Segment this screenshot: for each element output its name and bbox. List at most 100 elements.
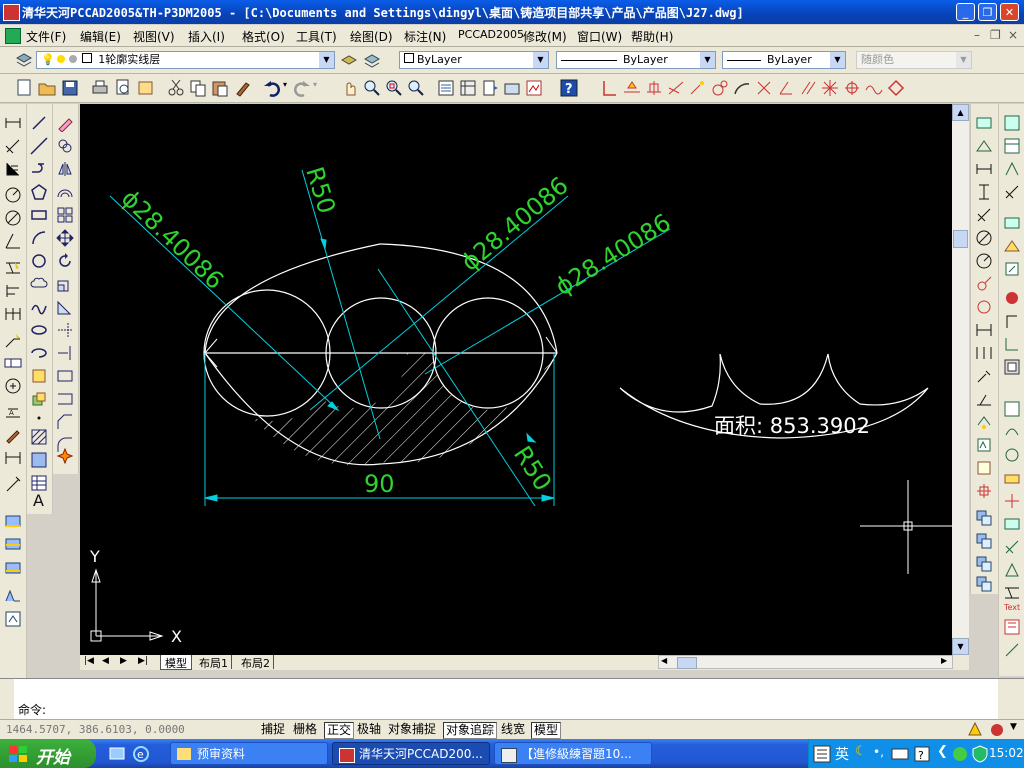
snap-endpoint-icon[interactable]	[600, 78, 620, 98]
snap-tangent-icon[interactable]	[754, 78, 774, 98]
layer-previous-icon[interactable]	[362, 50, 382, 70]
snap-center-icon[interactable]	[710, 78, 730, 98]
mech-tool-5-icon[interactable]	[975, 206, 993, 224]
pccad-tool-22-icon[interactable]	[1003, 641, 1021, 659]
moon-icon[interactable]: ☾	[855, 744, 867, 759]
task-practice[interactable]: 【進修級練習題10...	[494, 742, 652, 765]
show-desktop-icon[interactable]	[108, 745, 126, 763]
ie-icon[interactable]: e	[132, 745, 150, 763]
menu-draw[interactable]: 绘图(D)	[350, 28, 393, 45]
save-icon[interactable]	[60, 78, 80, 98]
toggle-model[interactable]: 模型	[531, 722, 562, 739]
dim-radius-icon[interactable]	[4, 186, 22, 204]
menu-view[interactable]: 视图(V)	[133, 28, 175, 45]
lineweight-select[interactable]: ByLayer ▼	[722, 51, 846, 69]
redo-icon[interactable]	[292, 78, 312, 98]
pccad-tool-10-icon[interactable]	[1003, 335, 1021, 353]
mirror-icon[interactable]	[56, 160, 74, 178]
tolerance-icon[interactable]	[4, 354, 22, 372]
tray-expand-icon[interactable]: ❮	[937, 744, 948, 759]
pccad-tool-4-icon[interactable]	[1003, 183, 1021, 201]
break-at-point-icon[interactable]	[56, 367, 74, 385]
tab-layout2[interactable]: 布局2	[238, 655, 274, 670]
center-mark-icon[interactable]	[4, 377, 22, 395]
break-icon[interactable]	[56, 390, 74, 408]
help-icon[interactable]: ?	[559, 78, 579, 98]
undo-icon[interactable]	[262, 78, 282, 98]
color-select[interactable]: ByLayer ▼	[399, 51, 549, 69]
mech-tool-9-icon[interactable]	[975, 298, 993, 316]
print-icon[interactable]	[90, 78, 110, 98]
tool-palettes-icon[interactable]	[480, 78, 500, 98]
mech-tool-18-icon[interactable]	[975, 509, 993, 527]
mech-tool-12-icon[interactable]	[975, 367, 993, 385]
move-icon[interactable]	[56, 229, 74, 247]
menu-file[interactable]: 文件(F)	[26, 28, 66, 45]
mech-tool-15-icon[interactable]	[975, 436, 993, 454]
pccad-tool-16-icon[interactable]	[1003, 492, 1021, 510]
snap-parallel-icon[interactable]	[798, 78, 818, 98]
pccad-tool-21-icon[interactable]	[1003, 618, 1021, 636]
toggle-osnap[interactable]: 对象捕捉	[386, 722, 438, 737]
document-icon[interactable]	[5, 28, 21, 44]
rectangle-icon[interactable]	[30, 206, 48, 224]
trim-icon[interactable]	[56, 321, 74, 339]
multiline-text-icon[interactable]: A	[30, 490, 48, 508]
make-current-layer-icon[interactable]	[339, 50, 359, 70]
doc-minimize-button[interactable]: –	[974, 28, 980, 42]
new-file-icon[interactable]	[14, 78, 34, 98]
dim-baseline-icon[interactable]	[4, 282, 22, 300]
mech-tool-1-icon[interactable]	[975, 114, 993, 132]
undo-dropdown-icon[interactable]: ▾	[283, 80, 287, 89]
dim-quick-icon[interactable]	[4, 259, 22, 277]
ime-help-icon[interactable]: ?	[913, 745, 931, 763]
zoom-realtime-icon[interactable]	[362, 78, 382, 98]
pccad-tool-17-icon[interactable]	[1003, 515, 1021, 533]
copy-object-icon[interactable]	[56, 137, 74, 155]
mech-tool-10-icon[interactable]	[975, 321, 993, 339]
mech-tool-11-icon[interactable]	[975, 344, 993, 362]
network-icon[interactable]	[951, 745, 969, 763]
section-view-icon[interactable]	[4, 535, 22, 553]
extend-icon[interactable]	[56, 344, 74, 362]
prev-tab-icon[interactable]: ◀	[102, 656, 109, 666]
ellipse-arc-icon[interactable]	[30, 344, 48, 362]
print-preview-icon[interactable]	[113, 78, 133, 98]
scroll-left-icon[interactable]: ◀	[661, 656, 667, 665]
dim-angular-icon[interactable]	[4, 232, 22, 250]
insert-block-icon[interactable]	[30, 367, 48, 385]
rotate-icon[interactable]	[56, 252, 74, 270]
revision-cloud-icon[interactable]	[30, 275, 48, 293]
start-button[interactable]: 开始	[0, 739, 96, 768]
mech-tool-17-icon[interactable]	[975, 482, 993, 500]
arc-icon[interactable]	[30, 229, 48, 247]
mech-tool-8-icon[interactable]	[975, 275, 993, 293]
open-file-icon[interactable]	[37, 78, 57, 98]
erase-icon[interactable]	[56, 114, 74, 132]
pccad-tool-18-icon[interactable]	[1003, 538, 1021, 556]
dim-diameter-icon[interactable]	[4, 209, 22, 227]
vertical-scrollbar[interactable]: ▲ ▼	[952, 104, 969, 655]
pccad-tool-11-icon[interactable]	[1003, 358, 1021, 376]
mech-tool-13-icon[interactable]	[975, 390, 993, 408]
snap-intersection-icon[interactable]	[644, 78, 664, 98]
zoom-previous-icon[interactable]	[406, 78, 426, 98]
menu-tools[interactable]: 工具(T)	[296, 28, 337, 45]
zoom-window-icon[interactable]	[384, 78, 404, 98]
tab-model[interactable]: 模型	[160, 655, 192, 670]
dim-edit-icon[interactable]: A	[4, 403, 22, 421]
pccad-tool-15-icon[interactable]	[1003, 469, 1021, 487]
security-shield-icon[interactable]	[971, 745, 989, 763]
toggle-otrack[interactable]: 对象追踪	[443, 722, 498, 739]
doc-restore-button[interactable]: ❐	[990, 28, 1001, 42]
dim-text-length[interactable]: 90	[364, 470, 395, 498]
snap-none-icon[interactable]	[886, 78, 906, 98]
menu-window[interactable]: 窗口(W)	[577, 28, 622, 45]
toggle-ortho[interactable]: 正交	[324, 722, 355, 739]
hatch-region[interactable]	[80, 104, 952, 655]
toggle-polar[interactable]: 极轴	[355, 722, 383, 737]
hatch-icon[interactable]	[30, 428, 48, 446]
toggle-grid[interactable]: 栅格	[291, 722, 319, 737]
mech-tool-14-icon[interactable]	[975, 413, 993, 431]
tab-layout1[interactable]: 布局1	[196, 655, 232, 670]
